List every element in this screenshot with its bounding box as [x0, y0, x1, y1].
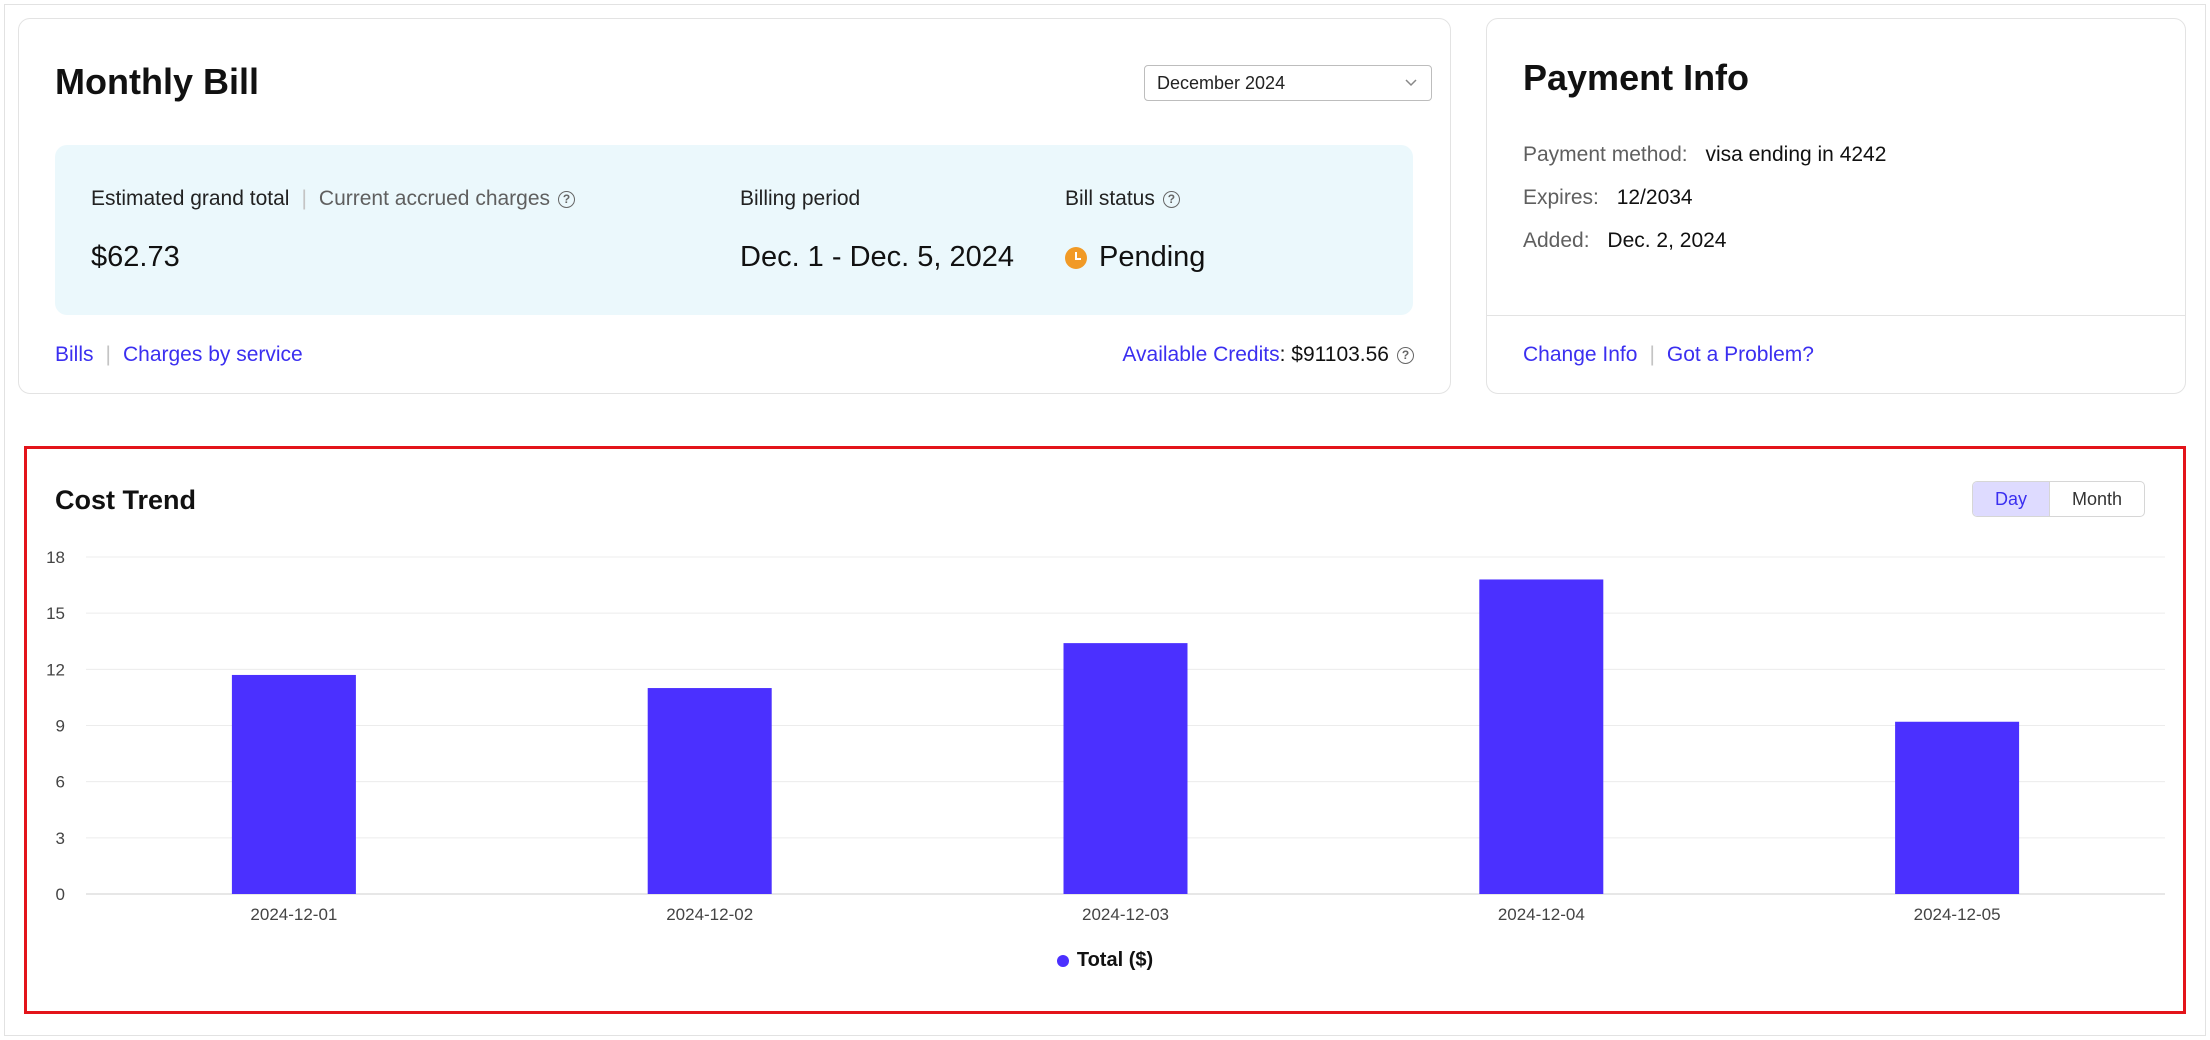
expires-label: Expires: — [1523, 186, 1599, 209]
payment-method-value: visa ending in 4242 — [1705, 143, 1887, 166]
available-credits-link[interactable]: Available Credits — [1122, 343, 1279, 367]
payment-info-title: Payment Info — [1523, 57, 1750, 98]
month-select-value: December 2024 — [1157, 72, 1286, 93]
payment-method-label: Payment method: — [1523, 143, 1688, 166]
available-credits: Available Credits : $91103.56 ? — [1122, 343, 1414, 367]
y-tick-label: 0 — [56, 885, 65, 904]
x-tick-label: 2024-12-05 — [1914, 905, 2001, 924]
added-label: Added: — [1523, 229, 1590, 252]
billing-period-label: Billing period — [740, 187, 861, 210]
cost-trend-card: Cost Trend Day Month 0 3 6 9 12 15 18 2024-12-0… — [24, 446, 2186, 1014]
x-tick-label: 2024-12-02 — [666, 905, 753, 924]
bill-status-label: Bill status — [1065, 187, 1155, 210]
billing-period-value: Dec. 1 - Dec. 5, 2024 — [740, 241, 1015, 273]
payment-links: Change Info | Got a Problem? — [1523, 343, 1814, 367]
legend-label: Total ($) — [1076, 949, 1154, 971]
payment-method-row: Payment method: visa ending in 4242 — [1523, 143, 1886, 167]
expires-value: 12/2034 — [1616, 186, 1693, 209]
grand-total-value: $62.73 — [91, 241, 180, 273]
help-icon[interactable]: ? — [558, 190, 576, 208]
bar — [1063, 643, 1188, 894]
cost-trend-chart: 0 3 6 9 12 15 18 2024-12-01 2024-12-02 2024-12-03… — [46, 548, 2165, 924]
y-tick-label: 15 — [46, 604, 65, 623]
link-separator: | — [1649, 343, 1655, 366]
y-tick-label: 3 — [56, 829, 65, 848]
charges-by-service-link[interactable]: Charges by service — [123, 343, 303, 367]
bar — [231, 674, 356, 894]
grand-total-label-group: Estimated grand total | Current accrued … — [91, 187, 576, 211]
chart-legend[interactable]: Total ($) — [27, 949, 2183, 972]
bills-link[interactable]: Bills — [55, 343, 94, 367]
divider — [1487, 315, 2185, 316]
change-info-link[interactable]: Change Info — [1523, 343, 1637, 367]
clock-icon — [1065, 246, 1087, 269]
label-separator: | — [301, 187, 307, 210]
legend-swatch — [1056, 954, 1069, 967]
help-icon[interactable]: ? — [1162, 190, 1180, 208]
bill-status-value: Pending — [1065, 241, 1205, 274]
x-tick-label: 2024-12-01 — [250, 905, 337, 924]
available-credits-value: $91103.56 — [1291, 343, 1389, 366]
bill-status-label-group: Bill status ? — [1065, 187, 1180, 211]
monthly-bill-card: Monthly Bill December 2024 Estimated gra… — [18, 18, 1451, 394]
bar — [1479, 579, 1604, 894]
link-separator: | — [105, 343, 111, 366]
monthly-bill-title: Monthly Bill — [55, 61, 259, 102]
y-tick-label: 18 — [46, 548, 65, 567]
chevron-down-icon — [1405, 79, 1417, 87]
bar — [647, 688, 772, 894]
added-row: Added: Dec. 2, 2024 — [1523, 229, 1727, 253]
y-tick-label: 6 — [56, 773, 65, 792]
bill-links: Bills | Charges by service — [55, 343, 303, 367]
credits-colon: : — [1279, 343, 1292, 366]
month-select[interactable]: December 2024 — [1144, 65, 1432, 101]
added-value: Dec. 2, 2024 — [1607, 229, 1727, 252]
y-tick-label: 12 — [46, 660, 65, 679]
help-icon[interactable]: ? — [1397, 346, 1414, 364]
expires-row: Expires: 12/2034 — [1523, 186, 1693, 210]
bill-status-text: Pending — [1099, 241, 1206, 273]
payment-info-card: Payment Info Payment method: visa ending… — [1486, 18, 2186, 394]
y-tick-label: 9 — [56, 717, 65, 736]
estimated-total-label: Estimated grand total — [91, 187, 290, 210]
x-tick-label: 2024-12-03 — [1082, 905, 1169, 924]
bill-summary-panel: Estimated grand total | Current accrued … — [55, 145, 1413, 315]
bar — [1895, 721, 2020, 894]
accrued-charges-label: Current accrued charges — [318, 187, 551, 210]
x-tick-label: 2024-12-04 — [1498, 905, 1585, 924]
got-a-problem-link[interactable]: Got a Problem? — [1667, 343, 1814, 367]
